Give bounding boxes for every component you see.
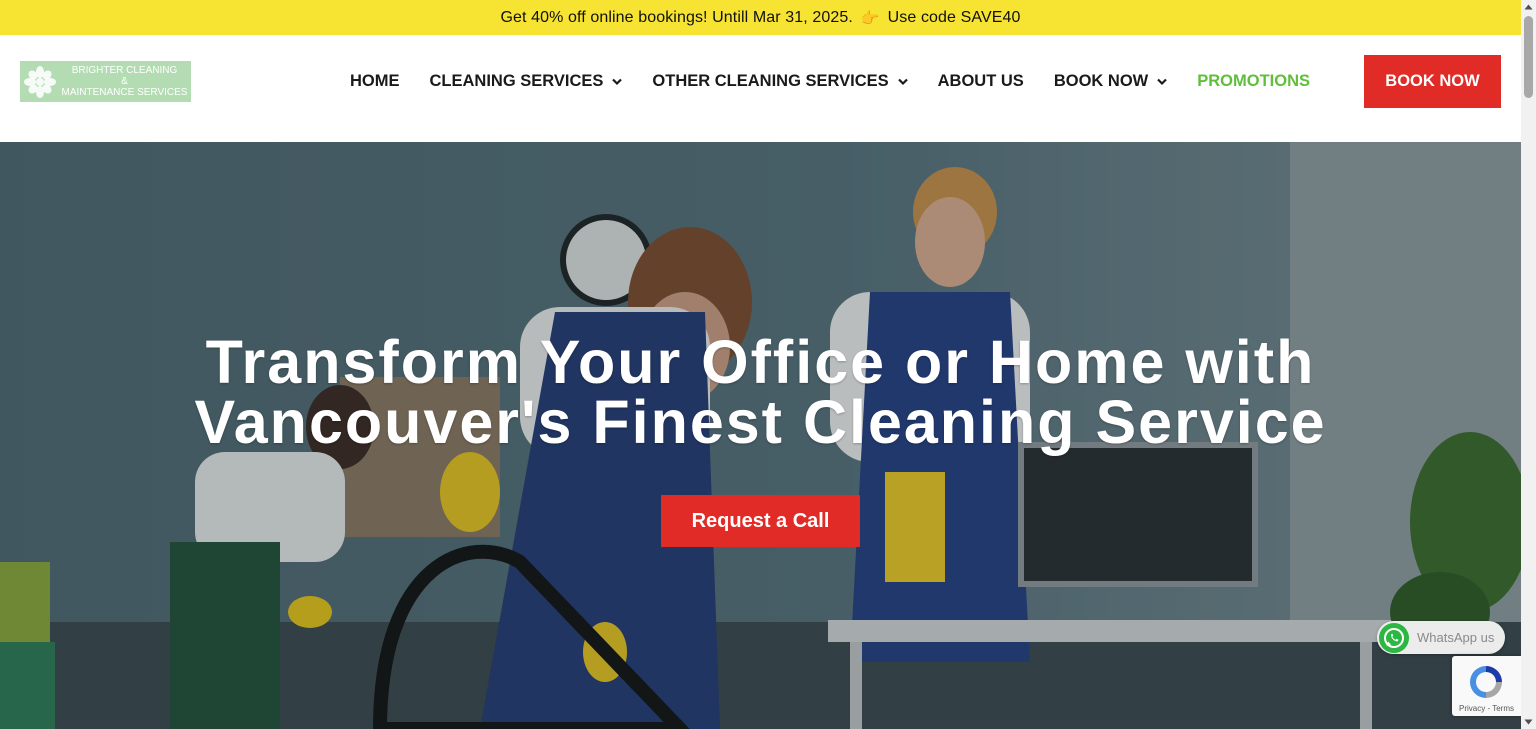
- chevron-down-icon: [612, 78, 623, 85]
- recaptcha-icon: [1470, 666, 1502, 698]
- request-call-button[interactable]: Request a Call: [661, 495, 860, 547]
- whatsapp-icon: [1379, 622, 1409, 653]
- chevron-down-icon: [1157, 78, 1168, 85]
- recaptcha-badge[interactable]: Privacy - Terms: [1452, 656, 1521, 716]
- nav-item-label: BOOK NOW: [1053, 72, 1149, 90]
- nav-item-label: CLEANING SERVICES: [429, 72, 604, 90]
- book-now-button[interactable]: BOOK NOW: [1364, 55, 1501, 108]
- main-nav: HOME CLEANING SERVICES OTHER CLEANING SE…: [350, 35, 1310, 128]
- recaptcha-links[interactable]: Privacy - Terms: [1452, 704, 1521, 713]
- hero-title: Transform Your Office or Home with Vanco…: [0, 328, 1521, 456]
- nav-item-promotions[interactable]: PROMOTIONS: [1197, 72, 1310, 91]
- scroll-down-arrow-icon[interactable]: [1521, 715, 1536, 729]
- scroll-up-arrow-icon[interactable]: [1521, 0, 1536, 14]
- hero-section: Transform Your Office or Home with Vanco…: [0, 142, 1521, 729]
- nav-item-other-cleaning-services[interactable]: OTHER CLEANING SERVICES: [652, 72, 908, 91]
- nav-item-label: HOME: [350, 72, 400, 90]
- nav-item-home[interactable]: HOME: [350, 72, 400, 91]
- whatsapp-label: WhatsApp us: [1417, 630, 1495, 645]
- nav-item-book-now[interactable]: BOOK NOW: [1053, 72, 1168, 91]
- whatsapp-chat-button[interactable]: WhatsApp us: [1377, 621, 1505, 654]
- hero-title-line-2: Vancouver's Finest Cleaning Service: [194, 388, 1327, 456]
- logo-line-3: MAINTENANCE SERVICES: [61, 87, 188, 98]
- nav-item-label: PROMOTIONS: [1197, 72, 1310, 90]
- hero-title-line-1: Transform Your Office or Home with: [205, 328, 1316, 396]
- promo-code-text: Use code SAVE40: [887, 8, 1021, 26]
- nav-item-about-us[interactable]: ABOUT US: [938, 72, 1024, 91]
- page-scrollbar[interactable]: [1521, 0, 1536, 729]
- promo-bar: Get 40% off online bookings! Untill Mar …: [0, 0, 1521, 35]
- logo-line-1: BRIGHTER CLEANING: [71, 65, 178, 76]
- scrollbar-thumb[interactable]: [1524, 16, 1533, 98]
- flower-logo-icon: [20, 61, 60, 102]
- nav-item-cleaning-services[interactable]: CLEANING SERVICES: [430, 72, 623, 91]
- nav-item-label: OTHER CLEANING SERVICES: [652, 72, 889, 90]
- promo-text: Get 40% off online bookings! Untill Mar …: [500, 8, 853, 26]
- logo-line-2: &: [121, 76, 128, 87]
- pointing-hand-icon: 👉: [860, 9, 880, 27]
- site-header: BRIGHTER CLEANING & MAINTENANCE SERVICES…: [0, 35, 1521, 142]
- chevron-down-icon: [897, 78, 908, 85]
- logo-text: BRIGHTER CLEANING & MAINTENANCE SERVICES: [60, 65, 191, 98]
- logo[interactable]: BRIGHTER CLEANING & MAINTENANCE SERVICES: [20, 61, 191, 102]
- nav-item-label: ABOUT US: [937, 72, 1024, 90]
